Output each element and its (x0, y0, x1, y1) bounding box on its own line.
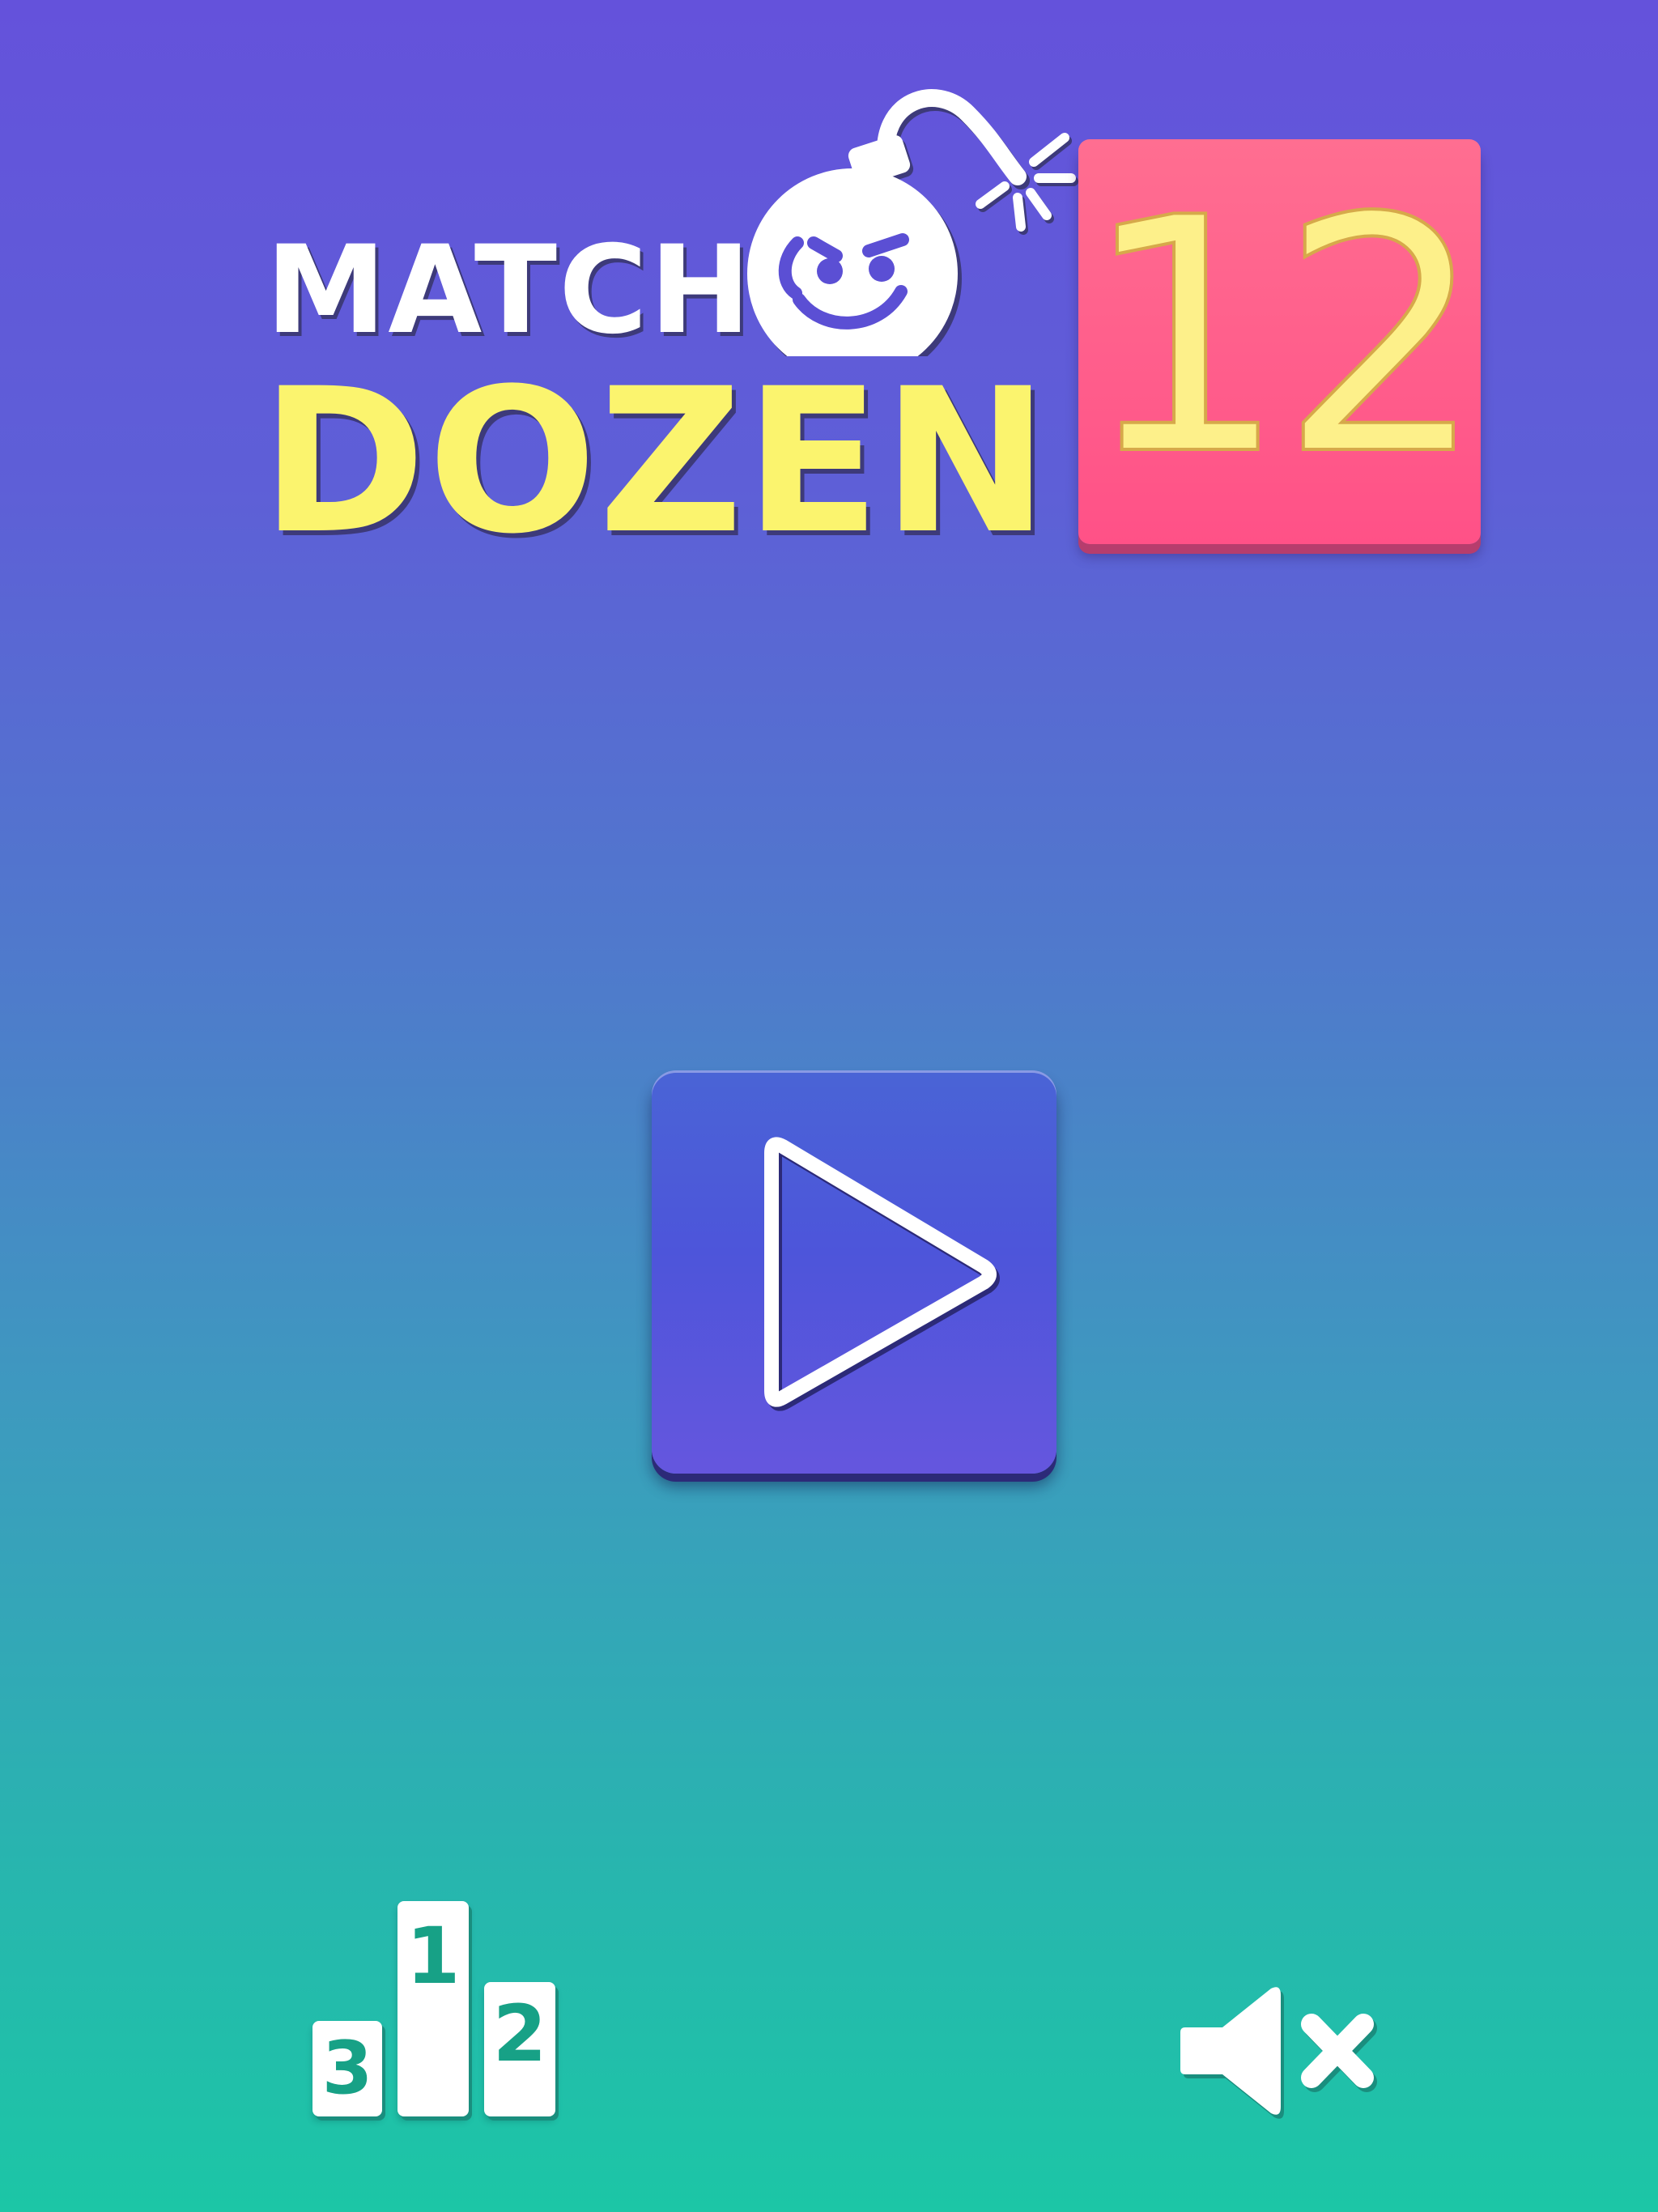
podium-number-1: 1 (406, 1911, 461, 2001)
podium-number-2: 2 (492, 1989, 547, 2079)
play-button[interactable] (652, 1070, 1056, 1474)
play-icon (764, 1137, 1000, 1411)
bomb-icon (747, 89, 1078, 356)
podium-number-3: 3 (321, 2026, 373, 2111)
podium-first-place: 1 (397, 1901, 469, 2116)
tile-number: 12 (1080, 150, 1487, 526)
logo-text-dozen: DOZEN (261, 347, 1051, 578)
leaderboard-button[interactable]: 1 2 3 (308, 1895, 567, 2129)
podium-second-place: 2 (484, 1982, 555, 2116)
logo-text-match: MATCH (266, 220, 753, 361)
speaker-muted-icon (1180, 1987, 1377, 2119)
podium-third-place: 3 (312, 2021, 382, 2116)
main-menu-screen: MATCH DOZEN 12 1 2 3 (0, 0, 1658, 2212)
number-tile-12: 12 (1078, 139, 1487, 544)
sound-toggle-button[interactable] (1180, 1982, 1384, 2120)
